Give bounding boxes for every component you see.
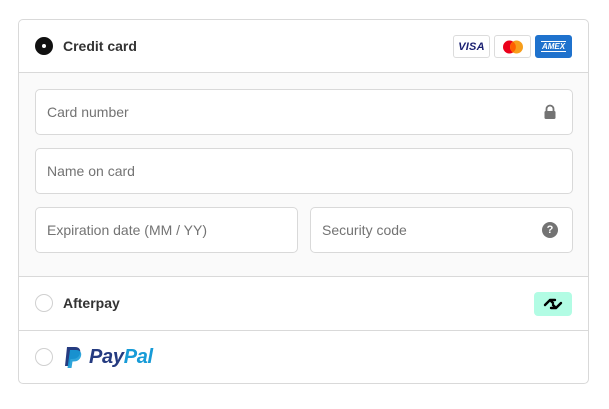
name-on-card-input[interactable] [36,149,572,193]
paypal-wordmark-pal: Pal [123,346,153,368]
name-on-card-field [35,148,573,194]
card-number-input[interactable] [36,90,572,134]
paypal-wordmark-pay: Pay [89,346,124,368]
mastercard-icon [502,40,523,53]
afterpay-label: Afterpay [63,295,120,311]
amex-logo-text: AMEX [540,41,567,52]
paypal-p-icon [65,347,82,368]
visa-logo-text: VISA [458,40,485,53]
credit-card-radio[interactable] [35,37,53,55]
lock-icon [544,104,556,119]
help-icon[interactable]: ? [542,222,558,238]
afterpay-logo [534,292,572,316]
security-code-input[interactable] [311,208,572,252]
afterpay-arrows-icon [543,298,563,310]
mastercard-logo [494,35,531,58]
payment-option-paypal[interactable]: PayPal [19,331,588,383]
payment-option-credit-card[interactable]: Credit card VISA AMEX [19,20,588,73]
card-number-field [35,89,573,135]
credit-card-label: Credit card [63,38,137,54]
paypal-wordmark: PayPal [89,346,153,369]
expiration-date-field [35,207,298,253]
credit-card-form: ? [19,73,588,277]
paypal-radio[interactable] [35,348,53,366]
visa-logo: VISA [453,35,490,58]
afterpay-radio[interactable] [35,294,53,312]
card-brand-logos: VISA AMEX [453,35,572,58]
payment-option-afterpay[interactable]: Afterpay [19,277,588,331]
expiration-date-input[interactable] [36,208,297,252]
security-code-field: ? [310,207,573,253]
payment-method-panel: Credit card VISA AMEX Card number Name o… [18,19,589,384]
paypal-logo: PayPal [63,346,153,369]
amex-logo: AMEX [535,35,572,58]
